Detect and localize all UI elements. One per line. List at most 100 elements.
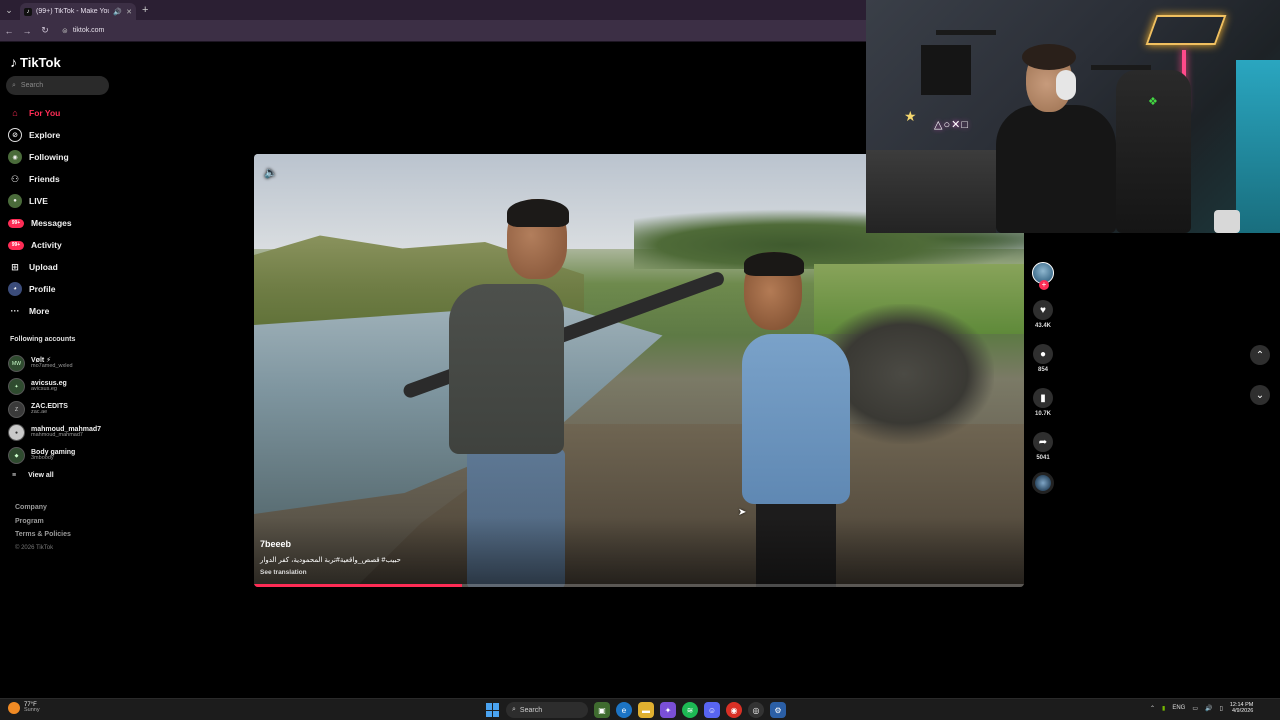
next-video-button[interactable]: ⌄ — [1250, 385, 1270, 405]
comment-button[interactable]: ● — [1033, 344, 1053, 364]
speaker-icon[interactable]: 🔊 — [113, 8, 122, 16]
footer-link-company[interactable]: Company — [15, 504, 71, 518]
sidebar-item-label: Messages — [31, 218, 72, 228]
file-explorer-icon[interactable]: ▬ — [638, 702, 654, 718]
copilot-icon[interactable]: ✦ — [660, 702, 676, 718]
discord-icon[interactable]: ☺ — [704, 702, 720, 718]
sidebar-item-upload[interactable]: ⊞ Upload — [8, 256, 118, 278]
browser-tab[interactable]: ♪ (99+) TikTok - Make Your Day 🔊 ✕ — [20, 3, 136, 20]
list-item[interactable]: ✦ avicsus.eg avicsus.eg — [8, 375, 118, 398]
avatar: MW — [8, 355, 25, 372]
share-icon: ➦ — [1038, 436, 1048, 448]
see-translation-link[interactable]: See translation — [260, 569, 307, 576]
video-actions: + ♥ 43.4K ● 854 ▮ 10.7K ➦ 5041 — [1031, 262, 1055, 494]
tiktok-note-icon: ♪ — [10, 54, 17, 70]
list-item[interactable]: ◆ Body gaming 3mboody — [8, 444, 118, 467]
reload-icon[interactable]: ↻ — [40, 25, 50, 36]
clock[interactable]: 12:14 PM 4/9/2026 — [1230, 702, 1254, 714]
sun-icon — [8, 702, 20, 714]
sidebar-item-label: Upload — [29, 262, 58, 272]
tray-chevron-up-icon[interactable]: ⌃ — [1150, 705, 1155, 712]
upload-icon: ⊞ — [11, 261, 19, 272]
account-handle: 3mboody — [31, 455, 54, 462]
list-item[interactable]: MW Vølt ⚡ mo7amed_wxled — [8, 352, 118, 375]
language-indicator[interactable]: ENG — [1172, 705, 1185, 711]
sidebar-item-more[interactable]: ··· More — [8, 300, 118, 322]
widget-app-icon[interactable]: ▣ — [594, 702, 610, 718]
creator-avatar[interactable]: + — [1032, 262, 1054, 290]
footer-link-terms[interactable]: Terms & Policies — [15, 531, 71, 545]
following-accounts-title: Following accounts — [10, 336, 76, 343]
feed-navigation: ⌃ ⌄ — [1250, 345, 1270, 425]
video-progress-bar[interactable] — [254, 584, 1024, 587]
back-icon[interactable]: ← — [4, 26, 14, 36]
network-icon[interactable]: ▭ — [1192, 705, 1198, 712]
profile-icon: ◕ — [8, 282, 22, 296]
sidebar-item-live[interactable]: ● LIVE — [8, 190, 118, 212]
search-input[interactable]: ⌕ Search — [6, 76, 109, 95]
video-author[interactable]: 7beeeb — [260, 539, 291, 549]
sidebar-item-explore[interactable]: ⊘ Explore — [8, 124, 118, 146]
battery-icon[interactable]: ▯ — [1220, 705, 1223, 712]
new-tab-button[interactable]: + — [142, 4, 148, 16]
share-count: 5041 — [1036, 455, 1050, 461]
view-all-button[interactable]: ≡ View all — [12, 472, 54, 479]
copyright: © 2026 TikTok — [15, 544, 54, 551]
edge-icon[interactable]: e — [616, 702, 632, 718]
sidebar-item-activity[interactable]: 99+ Activity — [8, 234, 118, 256]
url-field[interactable]: ⊜ tiktok.com — [62, 27, 104, 35]
sidebar-item-for-you[interactable]: ⌂ For You — [8, 102, 118, 124]
video-caption-shade — [254, 517, 1024, 587]
list-item[interactable]: Z ZAC.EDITS zac.ae — [8, 398, 118, 421]
volume-icon[interactable]: 🔊 — [1205, 705, 1212, 712]
footer-link-program[interactable]: Program — [15, 518, 71, 532]
video-progress-fill — [254, 584, 462, 587]
messages-badge: 99+ — [8, 218, 24, 228]
sidebar-item-messages[interactable]: 99+ Messages — [8, 212, 118, 234]
music-disc-icon[interactable] — [1032, 472, 1054, 494]
live-icon: ● — [8, 194, 22, 208]
follow-plus-icon[interactable]: + — [1039, 280, 1049, 290]
sidebar-item-profile[interactable]: ◕ Profile — [8, 278, 118, 300]
sidebar-nav: ⌂ For You ⊘ Explore ◉ Following ⚇ Friend… — [8, 102, 118, 322]
obs-icon[interactable]: ◎ — [748, 702, 764, 718]
site-info-icon[interactable]: ⊜ — [62, 27, 68, 35]
share-button[interactable]: ➦ — [1033, 432, 1053, 452]
forward-icon[interactable]: → — [22, 26, 32, 36]
playstation-symbols-light: △○✕□ — [934, 119, 969, 131]
previous-video-button[interactable]: ⌃ — [1250, 345, 1270, 365]
chrome-icon[interactable]: ◉ — [726, 702, 742, 718]
sidebar-item-following[interactable]: ◉ Following — [8, 146, 118, 168]
weather-widget[interactable]: 77°F Sunny — [8, 702, 40, 714]
clock-date: 4/9/2026 — [1231, 708, 1254, 715]
sidebar-item-friends[interactable]: ⚇ Friends — [8, 168, 118, 190]
activity-badge: 99+ — [8, 240, 24, 250]
close-tab-icon[interactable]: ✕ — [126, 8, 132, 16]
like-button[interactable]: ♥ — [1033, 300, 1053, 320]
save-button[interactable]: ▮ — [1033, 388, 1053, 408]
windows-start-icon[interactable] — [486, 703, 500, 717]
save-count: 10.7K — [1034, 411, 1051, 417]
volume-icon[interactable]: 🔈 — [264, 166, 278, 179]
system-tray: ⌃ ▮ ENG ▭ 🔊 ▯ 12:14 PM 4/9/2026 — [1150, 702, 1253, 714]
taskbar-search[interactable]: ⌕ Search — [506, 702, 588, 718]
list-item[interactable]: ● mahmoud_mahmad7 mahmoud_mahmad7 — [8, 421, 118, 444]
sidebar-item-label: Profile — [29, 284, 56, 294]
taskbar-apps: ⌕ Search ▣ e ▬ ✦ ≋ ☺ ◉ ◎ ⚙ — [486, 702, 786, 718]
like-count: 43.4K — [1034, 323, 1051, 329]
nvidia-icon[interactable]: ▮ — [1162, 705, 1165, 712]
spotify-icon[interactable]: ≋ — [682, 702, 698, 718]
tab-list-chevron-icon[interactable]: ⌄ — [0, 0, 18, 20]
account-handle: mo7amed_wxled — [31, 363, 73, 370]
chevron-down-icon: ⌄ — [1255, 389, 1265, 401]
tiktok-logo[interactable]: ♪ TikTok — [10, 54, 61, 70]
list-icon: ≡ — [12, 472, 17, 479]
taskbar: 77°F Sunny ⌕ Search ▣ e ▬ ✦ ≋ ☺ ◉ ◎ ⚙ ⌃ … — [0, 698, 1280, 720]
settings-gear-icon[interactable]: ⚙ — [770, 702, 786, 718]
headset-icon — [1056, 70, 1076, 100]
footer-links: Company Program Terms & Policies © 2026 … — [15, 504, 71, 551]
sidebar-item-label: Explore — [29, 130, 61, 140]
following-accounts-list: MW Vølt ⚡ mo7amed_wxled ✦ avicsus.eg avi… — [8, 352, 118, 467]
heart-icon: ♥ — [1040, 304, 1046, 316]
account-handle: mahmoud_mahmad7 — [31, 432, 83, 439]
